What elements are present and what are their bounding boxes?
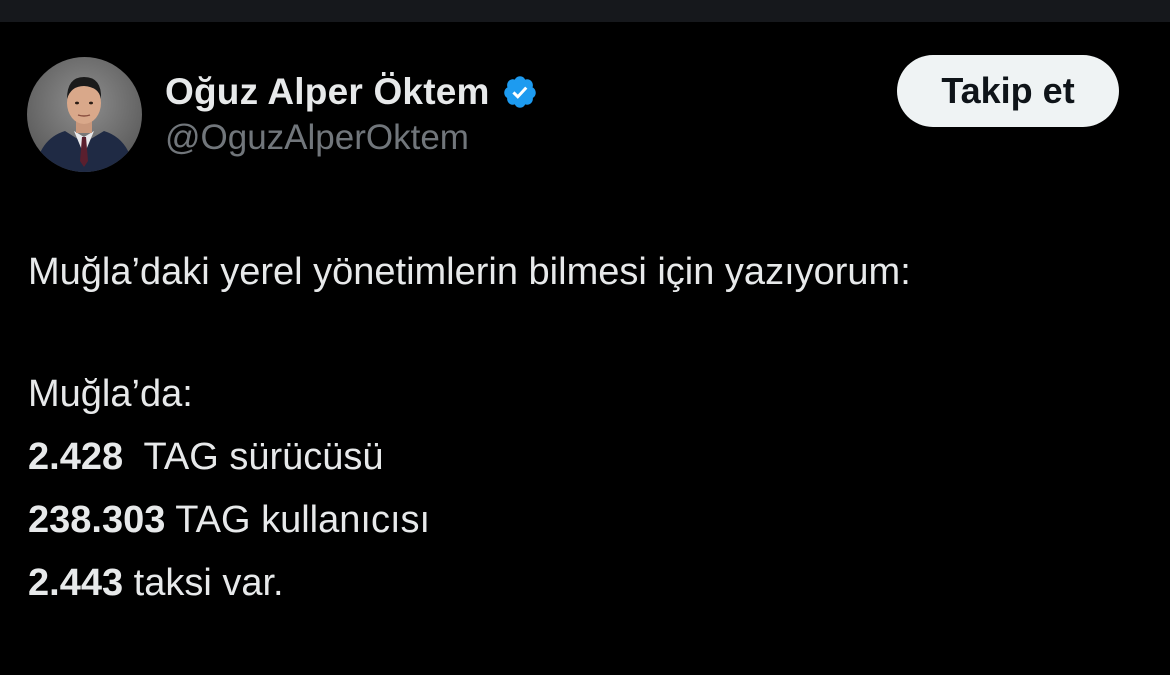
stat-value: 238.303 <box>28 499 166 541</box>
stat-label: TAG sürücüsü <box>123 436 384 478</box>
verified-badge-icon[interactable] <box>502 74 538 110</box>
stat-value: 2.443 <box>28 562 124 604</box>
tweet-stat-line: 2.428 TAG sürücüsü <box>28 435 384 479</box>
author-name-row: Oğuz Alper Öktem <box>165 68 538 116</box>
tweet-card: Oğuz Alper Öktem @OguzAlperOktem Takip e… <box>0 22 1170 675</box>
follow-button[interactable]: Takip et <box>897 55 1119 127</box>
stat-value: 2.428 <box>28 436 124 478</box>
tweet-location-line: Muğla’da: <box>28 373 193 415</box>
tweet-stat-line: 238.303 TAG kullanıcısı <box>28 498 430 542</box>
avatar-portrait-image <box>35 77 134 172</box>
author-display-name[interactable]: Oğuz Alper Öktem <box>165 71 490 113</box>
author-handle[interactable]: @OguzAlperOktem <box>165 118 469 158</box>
top-edge-strip <box>0 0 1170 22</box>
avatar[interactable] <box>27 57 142 172</box>
stat-label: TAG kullanıcısı <box>165 499 431 541</box>
tweet-stat-line: 2.443 taksi var. <box>28 561 284 605</box>
tweet-intro-text: Muğla’daki yerel yönetimlerin bilmesi iç… <box>28 251 911 293</box>
stat-label: taksi var. <box>123 562 284 604</box>
